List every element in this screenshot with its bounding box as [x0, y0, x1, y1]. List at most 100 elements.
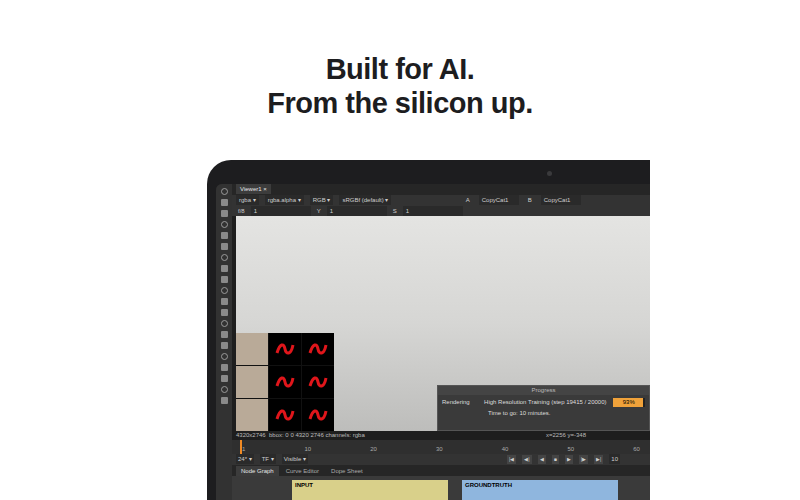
step-field[interactable]: 10 — [609, 454, 620, 464]
mode-dropdown[interactable]: TF ▾ — [260, 454, 276, 464]
visibility-dropdown[interactable]: Visible ▾ — [282, 454, 308, 464]
screen: Viewer1 ×rgba ▾ rgba.alpha ▾ RGB ▾ sRGBf (d… — [216, 184, 650, 500]
laptop: Viewer1 ×rgba ▾ rgba.alpha ▾ RGB ▾ sRGBf (d… — [207, 160, 650, 500]
toolbar-field[interactable]: Y — [315, 206, 323, 216]
mask-icon — [274, 341, 296, 357]
toolbar-2: f/81Y1S1 — [232, 205, 650, 216]
thumbnail-grid — [236, 333, 334, 431]
toolbar-field[interactable]: 1 — [251, 206, 311, 216]
transport-button[interactable]: |▶ — [579, 455, 588, 464]
timeline[interactable]: 1 10 20 30 40 50 60 — [232, 440, 650, 454]
tool-icon[interactable] — [221, 254, 228, 261]
transport-button[interactable]: |◀ — [507, 455, 516, 464]
tool-icon[interactable] — [221, 221, 228, 228]
panel-tab[interactable]: Node Graph — [236, 466, 279, 476]
node[interactable]: INPUT — [292, 480, 448, 500]
timeline-tick: 1 — [242, 445, 245, 454]
timeline-tick: 50 — [567, 445, 574, 454]
tool-icon[interactable] — [221, 364, 228, 371]
tool-icon[interactable] — [221, 232, 228, 239]
input-field[interactable]: CopyCat1 — [541, 195, 581, 205]
tool-icon[interactable] — [221, 386, 228, 393]
tool-icon[interactable] — [221, 309, 228, 316]
toolbar-field[interactable]: 1 — [403, 206, 463, 216]
tool-icon[interactable] — [221, 287, 228, 294]
progress-task: High Resolution Training (step 19415 / 2… — [484, 398, 606, 407]
channel-dropdown[interactable]: rgba.alpha ▾ — [265, 195, 304, 205]
mask-icon — [274, 374, 296, 390]
channel-dropdown[interactable]: RGB ▾ — [310, 195, 334, 205]
channel-dropdown[interactable]: sRGBf (default) ▾ — [339, 195, 391, 205]
channel-dropdown[interactable]: rgba ▾ — [236, 195, 259, 205]
tool-icon[interactable] — [221, 342, 228, 349]
input-field[interactable]: B — [525, 195, 535, 205]
headline-line: From the silicon up. — [267, 86, 533, 120]
progress-reading: 93% — [613, 398, 645, 407]
viewer: Progress Rendering High Resolution Trainin… — [232, 216, 650, 431]
main: Viewer1 ×rgba ▾ rgba.alpha ▾ RGB ▾ sRGBf (d… — [232, 184, 650, 500]
node[interactable]: GROUNDTRUTH — [462, 480, 618, 500]
input-field[interactable]: CopyCat1 — [479, 195, 519, 205]
headline-line: Built for AI. — [326, 52, 475, 86]
progress-time: Time to go: 10 minutes. — [438, 407, 649, 430]
toolbar-field[interactable]: S — [391, 206, 399, 216]
thumbnail — [302, 333, 334, 365]
tool-column — [216, 184, 232, 500]
thumbnail — [302, 366, 334, 398]
node-graph: INPUT GROUNDTRUTH — [232, 476, 650, 500]
tool-icon[interactable] — [221, 298, 228, 305]
tool-icon[interactable] — [221, 199, 228, 206]
toolbar: rgba ▾ rgba.alpha ▾ RGB ▾ sRGBf (default) ▾… — [232, 195, 650, 206]
status-coords: x=2256 y=-348 — [546, 431, 646, 440]
timeline-tick: 30 — [436, 445, 443, 454]
timeline-tick: 10 — [304, 445, 311, 454]
tool-icon[interactable] — [221, 276, 228, 283]
mask-icon — [307, 341, 329, 357]
tool-icon[interactable] — [221, 210, 228, 217]
thumbnail — [236, 333, 268, 365]
fps-dropdown[interactable]: 24* ▾ — [236, 454, 254, 464]
progress-dialog: Progress Rendering High Resolution Trainin… — [437, 385, 650, 431]
transport-button[interactable]: ▶ — [565, 455, 573, 464]
transport-button[interactable]: ■ — [552, 455, 559, 464]
thumbnail — [269, 399, 301, 431]
tool-icon[interactable] — [221, 353, 228, 360]
timeline-tick: 20 — [370, 445, 377, 454]
transport-button[interactable]: ◀| — [522, 455, 531, 464]
toolbar-field[interactable]: 1 — [327, 206, 387, 216]
transport-button[interactable]: ▶| — [594, 455, 603, 464]
tool-icon[interactable] — [221, 265, 228, 272]
thumbnail — [302, 399, 334, 431]
tool-icon[interactable] — [221, 243, 228, 250]
tool-icon[interactable] — [221, 320, 228, 327]
tool-icon[interactable] — [221, 375, 228, 382]
viewer-image: Progress Rendering High Resolution Trainin… — [236, 216, 650, 431]
controls: 24* ▾ TF ▾ Visible ▾ |◀ ◀| ◀ ■ ▶ |▶ ▶| 10 — [232, 454, 650, 466]
playhead[interactable] — [240, 440, 242, 454]
toolbar-field[interactable]: f/8 — [236, 206, 247, 216]
progress-bar: 93% — [613, 398, 645, 407]
timeline-tick: 60 — [633, 445, 640, 454]
progress-label: Rendering — [442, 398, 478, 407]
camera-icon — [547, 171, 552, 176]
mask-icon — [274, 407, 296, 423]
viewer-tab[interactable]: Viewer1 × — [236, 184, 271, 194]
tool-icon[interactable] — [221, 331, 228, 338]
headline: Built for AI.From the silicon up. — [0, 0, 800, 120]
tool-icon[interactable] — [221, 188, 228, 195]
thumbnail — [236, 399, 268, 431]
thumbnail — [269, 333, 301, 365]
mask-icon — [307, 407, 329, 423]
thumbnail — [269, 366, 301, 398]
input-field[interactable]: A — [463, 195, 473, 205]
transport-button[interactable]: ◀ — [538, 455, 546, 464]
mask-icon — [307, 374, 329, 390]
tool-icon[interactable] — [221, 397, 228, 404]
progress-title: Progress — [438, 386, 649, 395]
timeline-tick: 40 — [502, 445, 509, 454]
panel-tab[interactable]: Curve Editor — [281, 466, 324, 476]
panel-tab[interactable]: Dope Sheet — [326, 466, 368, 476]
panel-tabs: Node GraphCurve EditorDope Sheet — [232, 465, 650, 476]
page: Built for AI.From the silicon up. Viewer1… — [0, 0, 800, 500]
status-bar: 4320x2746 bbox: 0 0 4320 2746 channels: … — [232, 431, 650, 440]
